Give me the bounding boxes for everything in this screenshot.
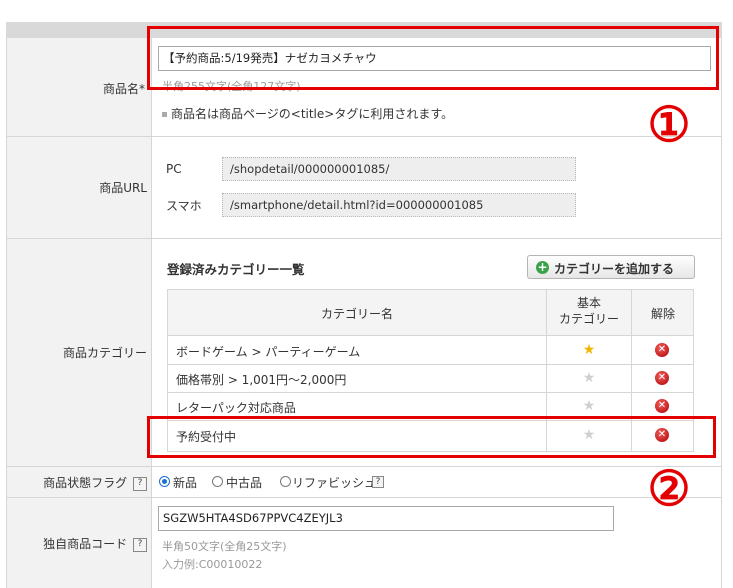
basic-category-star-icon[interactable]: ★: [579, 371, 599, 385]
row-sep-4: [6, 497, 722, 498]
col-header-basic: 基本 カテゴリー: [547, 295, 631, 327]
plus-icon: +: [536, 260, 549, 274]
col-header-category-name: カテゴリー名: [320, 307, 393, 321]
row-sep-3: [6, 466, 722, 467]
smartphone-label: スマホ: [166, 199, 202, 213]
frame-right: [721, 38, 722, 588]
col-header-basic-line1: 基本: [576, 296, 601, 310]
product-code-value: SGZW5HTA4SD67PPVC4ZEYJL3: [163, 511, 343, 525]
remove-category-icon[interactable]: ✕: [655, 399, 669, 413]
pc-label: PC: [166, 162, 182, 176]
table-row-sep-1: [168, 364, 693, 365]
add-category-button[interactable]: + カテゴリーを追加する: [527, 255, 695, 279]
highlight-box-1: [147, 26, 719, 90]
row-sep-2: [6, 238, 722, 239]
product-code-hint: 半角50文字(全角25文字): [162, 540, 287, 553]
radio-refurbished-label: リファビッシュ: [292, 476, 377, 490]
category-row-name: 価格帯別 > 1,001円〜2,000円: [176, 373, 347, 387]
note-bullet: [162, 112, 167, 117]
product-code-example: 入力例:C00010022: [162, 558, 263, 571]
product-code-label-text: 独自商品コード: [43, 537, 128, 551]
help-icon[interactable]: ?: [133, 537, 147, 552]
label-column: [6, 38, 151, 588]
category-row-name: レターパック対応商品: [176, 401, 296, 415]
col-header-basic-line2: カテゴリー: [558, 312, 619, 326]
radio-used-label: 中古品: [226, 476, 263, 490]
table-row-sep-0: [168, 335, 693, 336]
top-spacer: [0, 0, 733, 22]
remove-category-icon[interactable]: ✕: [655, 371, 669, 385]
product-category-label: 商品カテゴリー: [62, 346, 147, 360]
frame-left: [6, 38, 7, 588]
product-name-note: 商品名は商品ページの<title>タグに利用されます。: [162, 105, 453, 122]
product-url-label: 商品URL: [99, 181, 147, 195]
radio-refurbished[interactable]: [280, 476, 291, 487]
table-row-sep-2: [168, 392, 693, 393]
radio-used[interactable]: [212, 476, 223, 487]
product-name-label: 商品名*: [6, 80, 145, 97]
pc-url-field: /shopdetail/000000001085/: [222, 157, 576, 181]
highlight-box-2: [147, 416, 716, 458]
category-section-title: 登録済みカテゴリー一覧: [167, 262, 305, 277]
product-code-label: 独自商品コード ?: [6, 535, 147, 552]
frame-mid: [151, 38, 152, 588]
basic-category-star-icon[interactable]: ★: [579, 343, 599, 357]
status-flag-label: 商品状態フラグ ?: [6, 474, 147, 491]
smartphone-url-field: /smartphone/detail.html?id=000000001085: [222, 193, 576, 217]
col-header-remove: 解除: [650, 307, 675, 321]
help-icon[interactable]: ?: [133, 476, 147, 491]
annotation-marker-2: ②: [647, 461, 691, 517]
help-icon[interactable]: ?: [372, 476, 384, 488]
remove-category-icon[interactable]: ✕: [655, 343, 669, 357]
required-mark: *: [139, 82, 145, 96]
status-flag-label-text: 商品状態フラグ: [43, 476, 128, 490]
add-category-label: カテゴリーを追加する: [554, 262, 675, 276]
product-name-label-text: 商品名: [102, 82, 139, 96]
basic-category-star-icon[interactable]: ★: [579, 399, 599, 413]
category-row-name: ボードゲーム > パーティーゲーム: [176, 345, 361, 359]
radio-new[interactable]: [159, 476, 170, 487]
row-sep-1: [6, 136, 722, 137]
annotation-marker-1: ①: [647, 97, 691, 153]
radio-new-label: 新品: [173, 476, 198, 490]
product-name-note-text: 商品名は商品ページの<title>タグに利用されます。: [171, 107, 454, 121]
product-code-input[interactable]: SGZW5HTA4SD67PPVC4ZEYJL3: [158, 506, 614, 531]
